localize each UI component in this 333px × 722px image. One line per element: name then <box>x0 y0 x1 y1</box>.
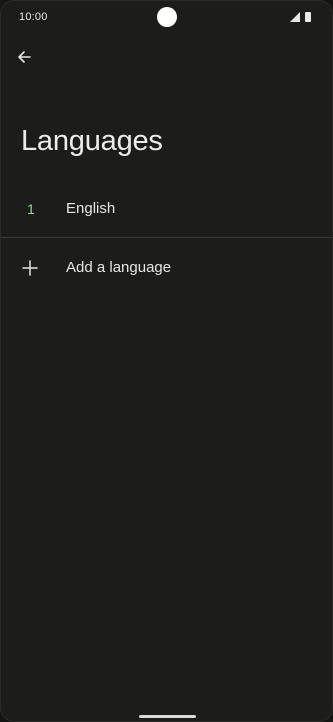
back-button[interactable] <box>10 43 38 71</box>
phone-screen: 10:00 Languages 1 English Add a language <box>0 0 333 722</box>
battery-icon <box>305 12 311 22</box>
navigation-handle[interactable] <box>139 715 196 718</box>
plus-icon <box>22 260 38 276</box>
divider <box>1 237 332 238</box>
add-language-label: Add a language <box>66 259 172 276</box>
signal-icon <box>290 12 300 22</box>
status-bar: 10:00 <box>1 1 332 35</box>
page-title: Languages <box>21 125 163 157</box>
status-time: 10:00 <box>19 11 48 23</box>
status-icons <box>290 12 311 22</box>
language-item-english[interactable]: 1 English <box>1 189 332 229</box>
arrow-back-icon <box>18 51 31 63</box>
camera-cutout <box>157 7 177 27</box>
language-name: English <box>66 200 116 217</box>
add-language-button[interactable]: Add a language <box>1 249 332 287</box>
language-index: 1 <box>27 201 35 217</box>
